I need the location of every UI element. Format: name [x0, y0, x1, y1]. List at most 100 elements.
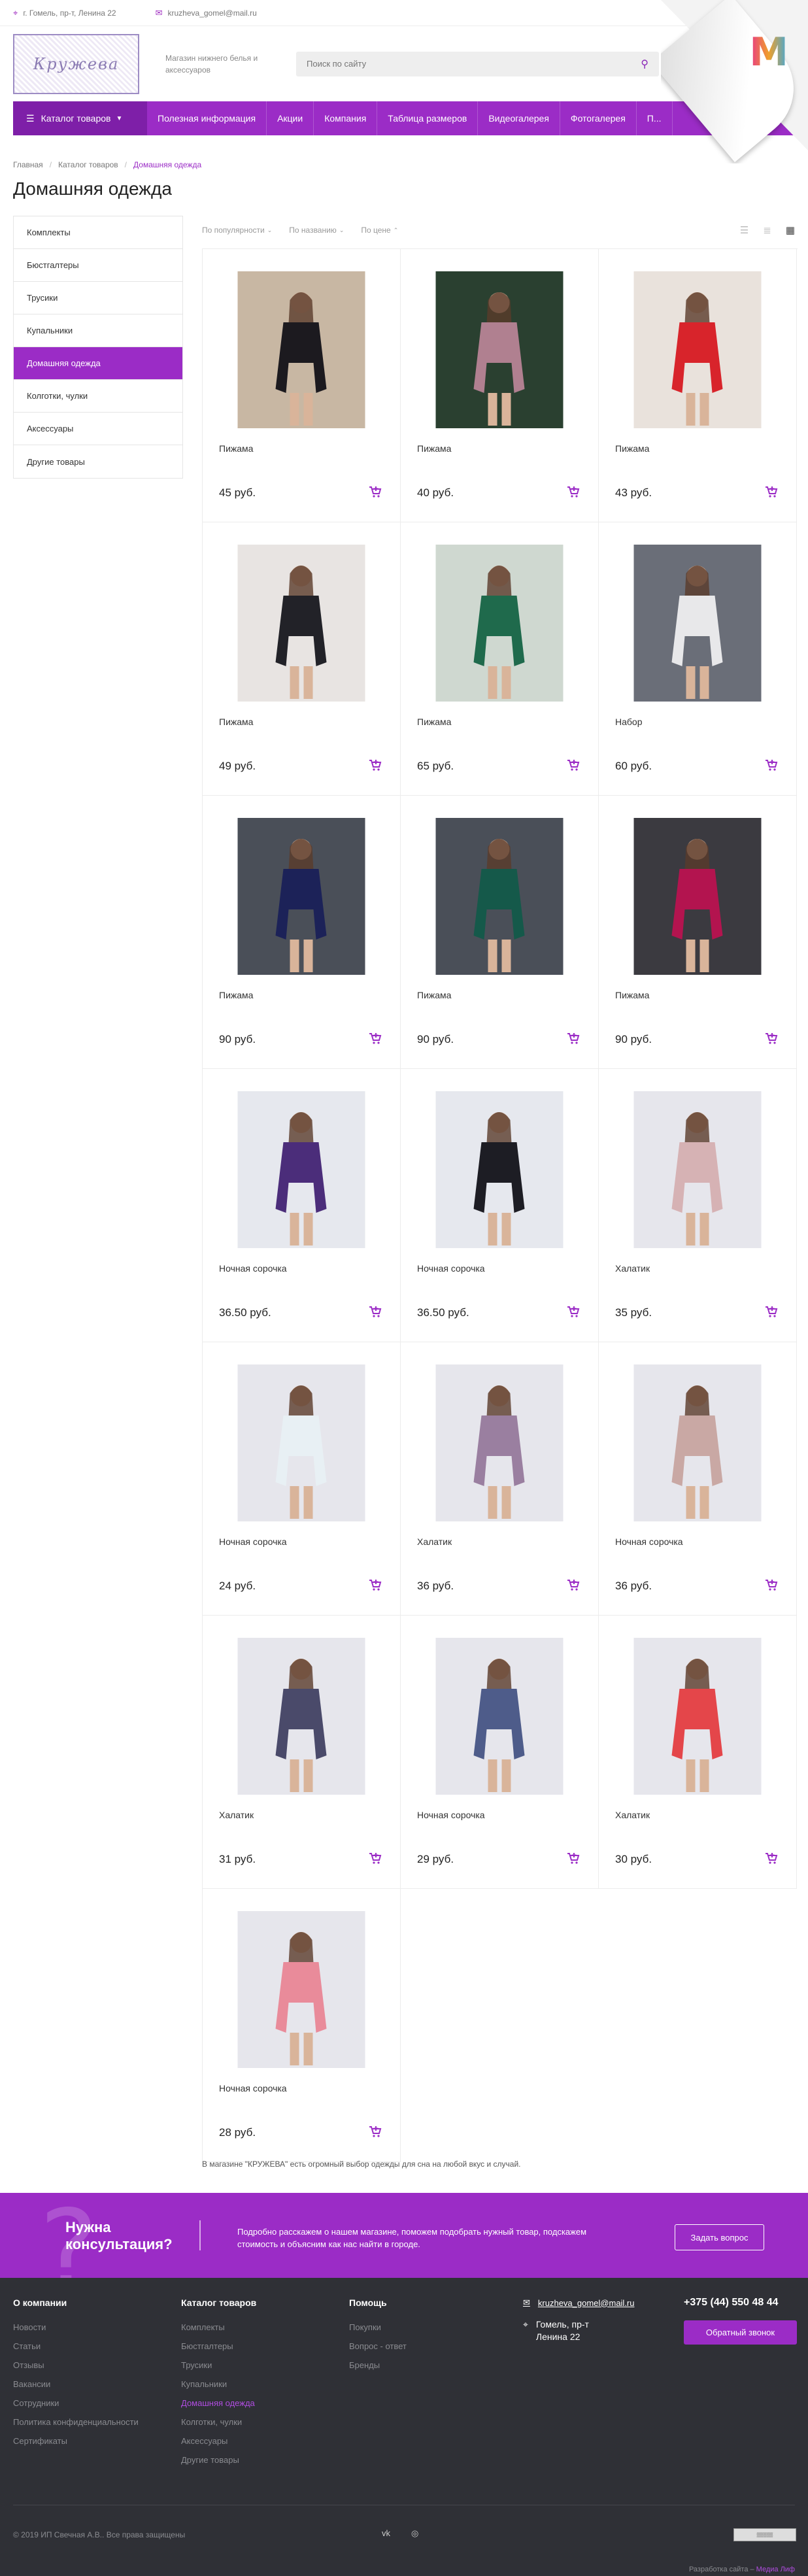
- add-to-cart-icon[interactable]: [765, 1032, 778, 1045]
- product-name[interactable]: Ночная сорочка: [219, 2083, 287, 2093]
- callback-button[interactable]: Обратный звонок: [684, 2320, 797, 2345]
- visit-counter-badge[interactable]: ▒▒▒▒▒: [733, 2528, 796, 2541]
- product-card[interactable]: Набор 60 руб.: [599, 522, 797, 796]
- email-item[interactable]: ✉ kruzheva_gomel@mail.ru: [156, 8, 257, 18]
- product-name[interactable]: Ночная сорочка: [417, 1263, 485, 1274]
- product-name[interactable]: Ночная сорочка: [219, 1263, 287, 1274]
- product-name[interactable]: Набор: [615, 717, 643, 727]
- product-image[interactable]: [633, 271, 762, 428]
- product-card[interactable]: Ночная сорочка 29 руб.: [401, 1616, 599, 1889]
- breadcrumb-home[interactable]: Главная: [13, 160, 43, 169]
- add-to-cart-icon[interactable]: [765, 758, 778, 771]
- add-to-cart-icon[interactable]: [369, 1852, 382, 1865]
- add-to-cart-icon[interactable]: [567, 1852, 580, 1865]
- vk-icon[interactable]: vk: [382, 2528, 390, 2539]
- sidebar-item[interactable]: Бюстгалтеры: [14, 249, 182, 282]
- nav-link-company[interactable]: Компания: [314, 101, 378, 135]
- add-to-cart-icon[interactable]: [765, 1852, 778, 1865]
- product-card[interactable]: Пижама 90 руб.: [203, 796, 401, 1069]
- product-name[interactable]: Пижама: [615, 990, 649, 1000]
- nav-link-info[interactable]: Полезная информация: [147, 101, 267, 135]
- footer-link[interactable]: Аксессуары: [181, 2436, 256, 2447]
- product-name[interactable]: Халатик: [615, 1263, 650, 1274]
- product-name[interactable]: Халатик: [615, 1810, 650, 1820]
- product-image[interactable]: [237, 271, 365, 428]
- product-card[interactable]: Ночная сорочка 36.50 руб.: [203, 1069, 401, 1342]
- nav-link-videos[interactable]: Видеогалерея: [478, 101, 560, 135]
- breadcrumb-catalog[interactable]: Каталог товаров: [58, 160, 118, 169]
- ask-question-button[interactable]: Задать вопрос: [675, 2224, 764, 2250]
- catalog-menu-button[interactable]: ☰ Каталог товаров ▼: [13, 101, 147, 135]
- product-image[interactable]: [237, 1911, 365, 2068]
- product-card[interactable]: Ночная сорочка 36.50 руб.: [401, 1069, 599, 1342]
- footer-link[interactable]: Покупки: [349, 2322, 407, 2333]
- product-image[interactable]: [435, 545, 564, 702]
- add-to-cart-icon[interactable]: [369, 485, 382, 498]
- add-to-cart-icon[interactable]: [567, 1305, 580, 1318]
- product-image[interactable]: [237, 1091, 365, 1248]
- sort-price[interactable]: По цене ⌃: [361, 224, 398, 236]
- product-image[interactable]: [237, 545, 365, 702]
- product-image[interactable]: [435, 1638, 564, 1795]
- product-name[interactable]: Пижама: [417, 990, 451, 1000]
- footer-link[interactable]: Бюстгалтеры: [181, 2341, 256, 2352]
- product-image[interactable]: [237, 1638, 365, 1795]
- footer-link[interactable]: Новости: [13, 2322, 139, 2333]
- search-icon[interactable]: ⚲: [641, 58, 648, 71]
- footer-link[interactable]: Трусики: [181, 2360, 256, 2371]
- product-card[interactable]: Пижама 90 руб.: [599, 796, 797, 1069]
- footer-link[interactable]: Домашняя одежда: [181, 2398, 256, 2409]
- product-image[interactable]: [237, 1364, 365, 1521]
- product-image[interactable]: [633, 1091, 762, 1248]
- footer-link[interactable]: Отзывы: [13, 2360, 139, 2371]
- footer-link[interactable]: Сотрудники: [13, 2398, 139, 2409]
- product-image[interactable]: [633, 545, 762, 702]
- product-card[interactable]: Пижама 45 руб.: [203, 249, 401, 522]
- sidebar-item[interactable]: Купальники: [14, 314, 182, 347]
- product-name[interactable]: Пижама: [615, 443, 649, 454]
- product-image[interactable]: [435, 818, 564, 975]
- product-name[interactable]: Ночная сорочка: [219, 1536, 287, 1547]
- product-image[interactable]: [435, 1364, 564, 1521]
- product-card[interactable]: Пижама 40 руб.: [401, 249, 599, 522]
- add-to-cart-icon[interactable]: [369, 1305, 382, 1318]
- instagram-icon[interactable]: ◎: [411, 2528, 418, 2539]
- product-name[interactable]: Пижама: [219, 990, 253, 1000]
- product-card[interactable]: Халатик 36 руб.: [401, 1342, 599, 1616]
- footer-link[interactable]: Вопрос - ответ: [349, 2341, 407, 2352]
- product-card[interactable]: Пижама 65 руб.: [401, 522, 599, 796]
- product-image[interactable]: [633, 1364, 762, 1521]
- sidebar-item[interactable]: Колготки, чулки: [14, 380, 182, 413]
- product-name[interactable]: Пижама: [219, 717, 253, 727]
- add-to-cart-icon[interactable]: [567, 1578, 580, 1591]
- product-card[interactable]: Пижама 49 руб.: [203, 522, 401, 796]
- add-to-cart-icon[interactable]: [765, 1305, 778, 1318]
- footer-link[interactable]: Комплекты: [181, 2322, 256, 2333]
- add-to-cart-icon[interactable]: [765, 1578, 778, 1591]
- search-input[interactable]: [307, 59, 641, 69]
- nav-link-sizes[interactable]: Таблица размеров: [377, 101, 479, 135]
- sidebar-item[interactable]: Трусики: [14, 282, 182, 314]
- product-card[interactable]: Ночная сорочка 28 руб.: [203, 1889, 401, 2162]
- footer-link[interactable]: Бренды: [349, 2360, 407, 2371]
- footer-link[interactable]: Политика конфиденциальности: [13, 2417, 139, 2428]
- add-to-cart-icon[interactable]: [567, 1032, 580, 1045]
- product-card[interactable]: Пижама 90 руб.: [401, 796, 599, 1069]
- footer-link[interactable]: Купальники: [181, 2379, 256, 2390]
- product-name[interactable]: Пижама: [417, 717, 451, 727]
- product-image[interactable]: [633, 1638, 762, 1795]
- add-to-cart-icon[interactable]: [567, 758, 580, 771]
- product-image[interactable]: [435, 271, 564, 428]
- sidebar-item[interactable]: Аксессуары: [14, 413, 182, 445]
- sort-name[interactable]: По названию ⌄: [289, 224, 344, 236]
- developer-credit[interactable]: Разработка сайта – Медиа Лиф: [689, 2566, 795, 2573]
- view-list-icon[interactable]: ☰: [740, 224, 749, 236]
- footer-link[interactable]: Другие товары: [181, 2455, 256, 2466]
- footer-link[interactable]: Вакансии: [13, 2379, 139, 2390]
- add-to-cart-icon[interactable]: [765, 485, 778, 498]
- nav-link-sales[interactable]: Акции: [267, 101, 314, 135]
- product-image[interactable]: [237, 818, 365, 975]
- view-table-icon[interactable]: ≣: [763, 224, 771, 236]
- product-card[interactable]: Пижама 43 руб.: [599, 249, 797, 522]
- product-name[interactable]: Ночная сорочка: [417, 1810, 485, 1820]
